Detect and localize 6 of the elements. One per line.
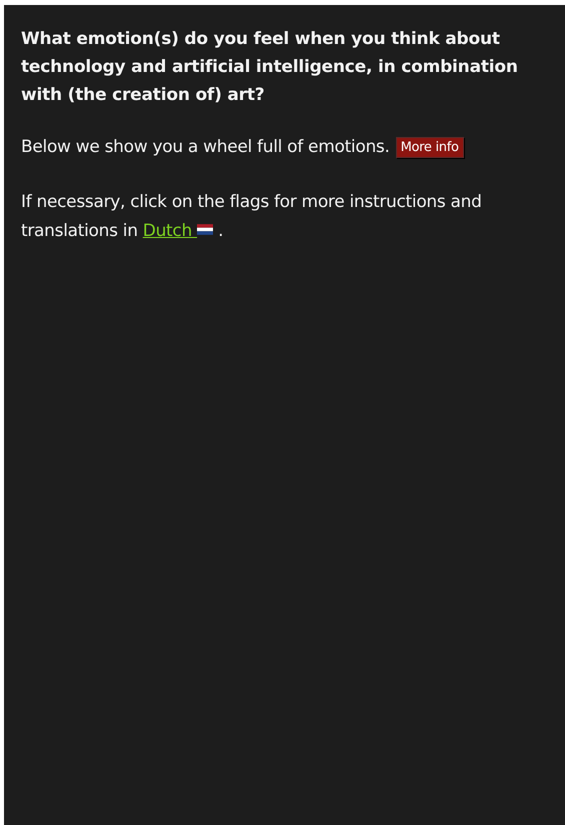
instructions-text: If necessary, click on the flags for more instructions and translations in Dutch . bbox=[21, 191, 483, 243]
flag-icon bbox=[197, 224, 214, 235]
question-heading: What emotion(s) do you feel when you think about technology and artificial intelligence, in combination with (the creation of) art? bbox=[21, 28, 519, 107]
intro-text: Below we show you a wheel full of emotions. bbox=[21, 136, 390, 159]
dutch-link[interactable]: Dutch bbox=[142, 221, 214, 241]
more-info-button[interactable]: More info bbox=[396, 137, 464, 158]
